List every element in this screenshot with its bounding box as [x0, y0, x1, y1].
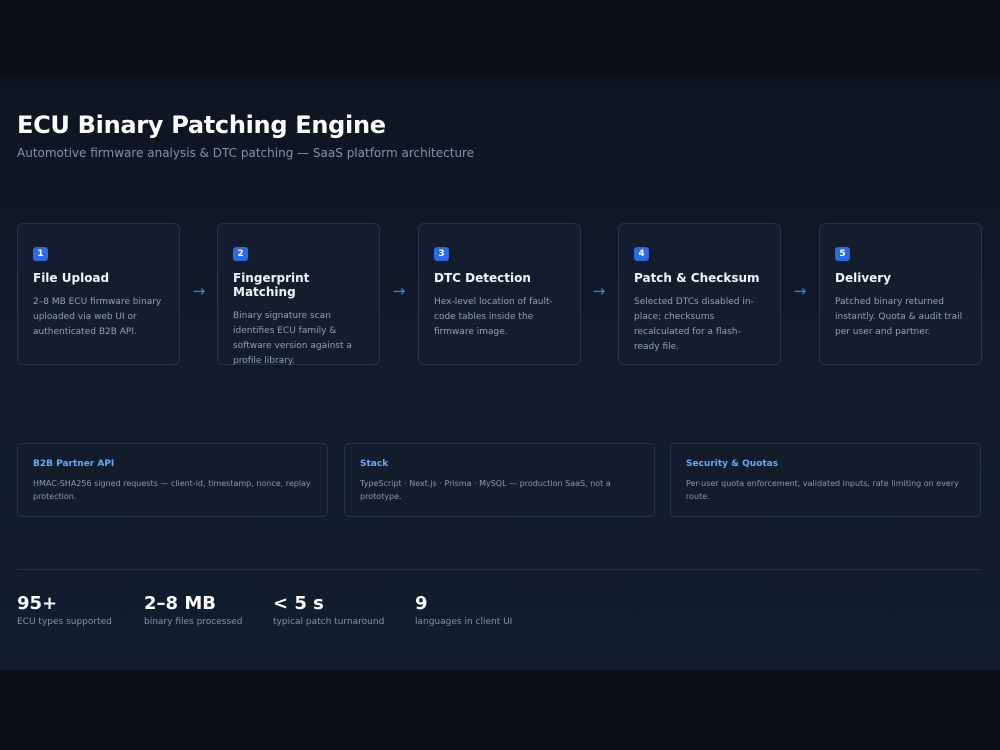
divider: [17, 569, 981, 570]
card-description: HMAC-SHA256 signed requests — client-id,…: [33, 479, 311, 501]
card-stack: Stack TypeScript · Next.js · Prisma · My…: [344, 443, 655, 517]
step-description: Binary signature scan identifies ECU fam…: [233, 311, 352, 366]
pipeline-step-delivery: 5 Delivery Patched binary returned insta…: [819, 223, 982, 365]
step-number-badge: 4: [634, 247, 649, 261]
step-description: 2–8 MB ECU firmware binary uploaded via …: [33, 297, 162, 337]
stat-value: 2–8 MB: [144, 593, 216, 614]
pipeline-step-dtc-detection: 3 DTC Detection Hex-level location of fa…: [418, 223, 581, 365]
step-description: Selected DTCs disabled in-place; checksu…: [634, 297, 754, 352]
step-number-badge: 5: [835, 247, 850, 261]
step-title: DTC Detection: [434, 271, 531, 285]
pipeline-step-fingerprint: 2 Fingerprint Matching Binary signature …: [217, 223, 380, 366]
stat-label: binary files processed: [144, 617, 243, 627]
card-title: Stack: [360, 459, 389, 469]
stat-ecu-types: 95+ ECU types supported: [17, 593, 112, 627]
arrow-right-icon: →: [592, 282, 606, 300]
feature-cards: B2B Partner API HMAC-SHA256 signed reque…: [17, 443, 981, 517]
stat-value: 9: [415, 593, 428, 614]
arrow-right-icon: →: [192, 282, 206, 300]
step-number-badge: 2: [233, 247, 248, 261]
architecture-panel: ECU Binary Patching Engine Automotive fi…: [0, 76, 1000, 670]
card-description: Per-user quota enforcement, validated in…: [686, 479, 959, 501]
stat-value: < 5 s: [273, 593, 324, 614]
stat-languages: 9 languages in client UI: [415, 593, 512, 627]
stat-label: languages in client UI: [415, 617, 513, 627]
pipeline-step-patch: 4 Patch & Checksum Selected DTCs disable…: [618, 223, 781, 365]
step-title: Patch & Checksum: [634, 271, 760, 285]
page-subtitle: Automotive firmware analysis & DTC patch…: [17, 146, 475, 160]
step-title: File Upload: [33, 271, 110, 285]
pipeline-step-upload: 1 File Upload 2–8 MB ECU firmware binary…: [17, 223, 180, 365]
card-title: Security & Quotas: [686, 459, 779, 469]
step-title: Fingerprint Matching: [233, 271, 310, 299]
step-description: Hex-level location of fault-code tables …: [434, 297, 553, 337]
card-b2b-api: B2B Partner API HMAC-SHA256 signed reque…: [17, 443, 328, 517]
step-number-badge: 1: [33, 247, 48, 261]
step-description: Patched binary returned instantly. Quota…: [835, 297, 963, 337]
stat-label: typical patch turnaround: [273, 617, 385, 627]
card-title: B2B Partner API: [33, 459, 115, 469]
card-security: Security & Quotas Per-user quota enforce…: [670, 443, 981, 517]
stat-value: 95+: [17, 593, 58, 614]
step-number-badge: 3: [434, 247, 449, 261]
step-title: Delivery: [835, 271, 892, 285]
arrow-right-icon: →: [392, 282, 406, 300]
page-title: ECU Binary Patching Engine: [17, 111, 386, 139]
pipeline-steps: 1 File Upload 2–8 MB ECU firmware binary…: [17, 223, 982, 366]
stat-turnaround: < 5 s typical patch turnaround: [273, 593, 384, 627]
card-description: TypeScript · Next.js · Prisma · MySQL — …: [360, 479, 611, 501]
arrow-right-icon: →: [793, 282, 807, 300]
stat-file-size: 2–8 MB binary files processed: [144, 593, 242, 627]
stat-label: ECU types supported: [17, 617, 112, 627]
